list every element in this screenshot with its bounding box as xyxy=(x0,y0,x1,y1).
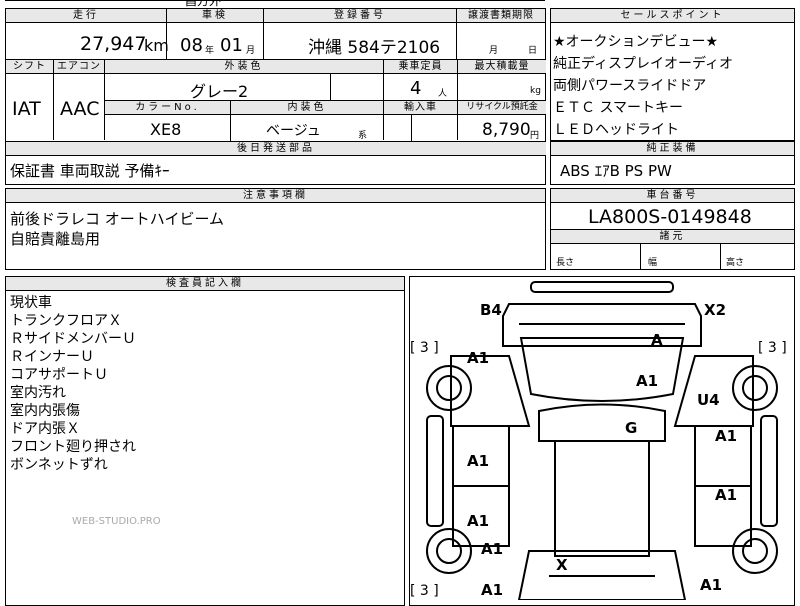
inspector-note: トランクフロアＸ xyxy=(10,313,122,329)
interior-color-suffix: 系 xyxy=(358,131,368,141)
notes-line: 自賠責離島用 xyxy=(10,230,101,248)
recycle-value: 8,790 xyxy=(482,120,531,140)
inspector-header: 検査員記入欄 xyxy=(6,277,404,291)
mileage-unit: km xyxy=(144,36,169,55)
selling-point: ＬＥＤヘッドライト xyxy=(553,122,679,138)
capacity-value: 4 xyxy=(410,78,422,99)
rear-parts-value: 保証書 車両取説 予備ｷｰ xyxy=(10,162,170,180)
rear-parts-header: 後日発送部品 xyxy=(6,142,546,156)
damage-code: A1 xyxy=(467,452,490,470)
damage-code: A1 xyxy=(467,512,490,530)
watermark: WEB-STUDIO.PRO xyxy=(72,516,161,527)
inspector-note: 室内内張傷 xyxy=(10,403,80,419)
genuine-equipment-header: 純正装備 xyxy=(551,142,794,156)
inspector-note: ＲサイドメンバーＵ xyxy=(10,331,136,347)
inspector-note: コアサポートＵ xyxy=(10,367,108,383)
length-label: 長さ xyxy=(556,258,575,268)
color-no-value: XE8 xyxy=(150,120,182,139)
car-diagram xyxy=(426,281,778,600)
capacity-unit: 人 xyxy=(438,89,448,99)
inspector-note: 現状車 xyxy=(10,295,52,311)
notes-header: 注意事項欄 xyxy=(6,189,545,203)
tire-marker-front-right: [ 3 ] xyxy=(758,340,787,356)
chassis-number: LA800S-0149848 xyxy=(588,206,752,228)
exterior-color-value: グレー2 xyxy=(190,82,249,101)
selling-point: 純正ディスプレイオーディオ xyxy=(553,56,734,72)
damage-code: A1 xyxy=(700,576,723,594)
inspection-month: 01 xyxy=(220,35,243,56)
damage-code: A1 xyxy=(715,427,738,445)
aircon-value: AAC xyxy=(60,98,100,120)
damage-code: G xyxy=(625,419,638,437)
notes-line: 前後ドラレコ オートハイビーム xyxy=(10,210,225,228)
damage-code: A xyxy=(651,331,663,349)
chassis-header: 車台番号 xyxy=(551,189,794,203)
transfer-month-unit: 月 xyxy=(489,46,499,56)
inspection-month-unit: 月 xyxy=(246,46,256,56)
selling-points-header: セールスポイント xyxy=(551,9,794,23)
interior-color-value: ベージュ xyxy=(266,123,321,139)
selling-point: ★オークションデビュー★ xyxy=(553,34,719,50)
registration-header: 登録番号 xyxy=(264,9,456,23)
registration-number: 沖縄 584テ2106 xyxy=(308,38,441,58)
mileage-header: 走行 xyxy=(6,9,166,23)
mileage-value: 27,947 xyxy=(80,33,147,55)
damage-code: X xyxy=(556,556,568,574)
damage-code: A1 xyxy=(715,486,738,504)
width-label: 幅 xyxy=(648,258,658,268)
inspector-note: 室内汚れ xyxy=(10,385,66,401)
damage-code: X2 xyxy=(704,301,727,319)
damage-code: A1 xyxy=(636,372,659,390)
capacity-header: 乗車定員 xyxy=(384,60,457,74)
aircon-header: エアコン xyxy=(54,60,104,74)
height-label: 高さ xyxy=(726,258,745,268)
recycle-unit: 円 xyxy=(530,131,540,141)
damage-code: B4 xyxy=(480,301,502,319)
inspector-note: ボンネットずれ xyxy=(10,457,108,473)
inspector-note: フロント廻り押され xyxy=(10,439,136,455)
inspector-note: ドア内張Ｘ xyxy=(10,421,80,437)
transfer-header: 譲渡書類期限 xyxy=(457,9,545,23)
imported-header: 輸入車 xyxy=(384,101,457,115)
interior-color-header: 内装色 xyxy=(231,101,383,115)
selling-point: 両側パワースライドドア xyxy=(553,78,707,94)
recycle-header: リサイクル預託金 xyxy=(458,101,546,115)
exterior-color-header: 外装色 xyxy=(105,60,383,74)
damage-code: A1 xyxy=(467,349,490,367)
shift-value: IAT xyxy=(12,98,41,120)
tire-marker-rear-left: [ 3 ] xyxy=(410,583,439,599)
genuine-equipment-value: ABS ｴｱB PS PW xyxy=(560,162,672,180)
max-load-unit: kg xyxy=(530,86,541,96)
color-no-header: カラーNo. xyxy=(105,101,230,115)
damage-code: A1 xyxy=(481,581,504,599)
max-load-header: 最大積載量 xyxy=(458,60,546,74)
inspection-year-unit: 年 xyxy=(205,46,215,56)
damage-code: A1 xyxy=(481,540,504,558)
dims-header: 諸元 xyxy=(551,230,794,244)
selling-point: ＥＴＣ スマートキー xyxy=(553,100,684,116)
damage-code: U4 xyxy=(697,391,720,409)
inspector-note: ＲインナーＵ xyxy=(10,349,94,365)
inspector-notes-list: 現状車 トランクフロアＸ ＲサイドメンバーＵ ＲインナーＵ コアサポートＵ 室内… xyxy=(10,294,136,474)
inspection-header: 車検 xyxy=(167,9,263,23)
transfer-day-unit: 日 xyxy=(528,46,538,56)
inspection-year: 08 xyxy=(180,35,203,56)
shift-header: シフト xyxy=(6,60,53,74)
tire-marker-front-left: [ 3 ] xyxy=(410,340,439,356)
